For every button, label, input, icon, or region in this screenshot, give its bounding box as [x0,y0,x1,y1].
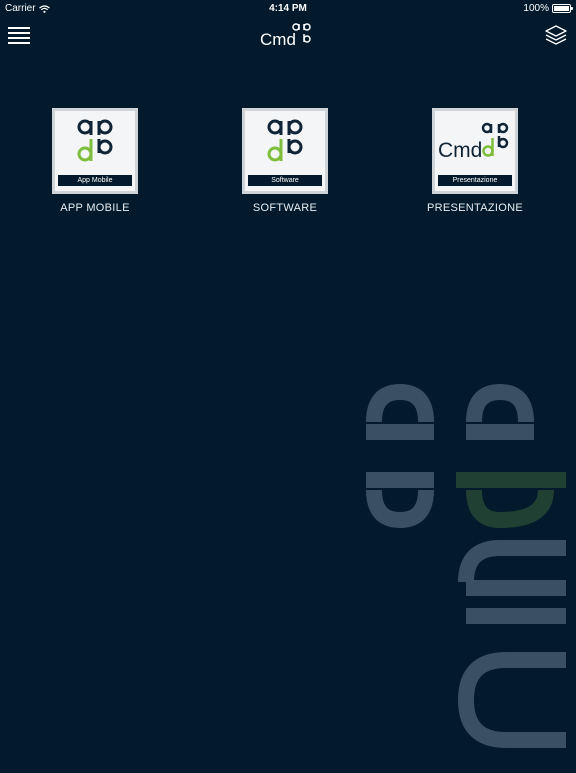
battery-icon [552,4,573,13]
status-bar: Carrier 4:14 PM 100% [0,0,576,18]
battery-percent: 100% [523,3,549,14]
tile-band-label: Software [248,175,322,186]
tile-thumbnail: App Mobile [52,108,138,194]
tile-presentazione[interactable]: Cmd Presentazione PRESENTAZIONE [427,108,523,214]
background-watermark-logo [356,370,576,768]
battery-indicator: 100% [523,3,573,14]
menu-button[interactable] [8,26,30,44]
layers-icon [545,25,567,45]
tile-band-label: App Mobile [58,175,132,186]
app-logo: Cmd [260,20,316,50]
tile-caption: PRESENTAZIONE [427,202,523,214]
tile-software[interactable]: Software SOFTWARE [242,108,328,214]
clock: 4:14 PM [269,3,307,14]
hamburger-menu-icon [8,27,30,44]
tile-thumbnail: Cmd Presentazione [432,108,518,194]
layers-button[interactable] [544,23,568,47]
logo-text: Cmd [260,30,296,49]
tile-thumbnail: Software [242,108,328,194]
tile-caption: SOFTWARE [252,202,318,214]
tile-caption: APP MOBILE [60,202,130,214]
navigation-bar: Cmd [0,18,576,54]
tile-app-mobile[interactable]: App Mobile APP MOBILE [52,108,138,214]
watermark-mark-icon [366,383,566,748]
tile-logo-text: Cmd [438,139,482,162]
tile-band-label: Presentazione [438,175,512,186]
